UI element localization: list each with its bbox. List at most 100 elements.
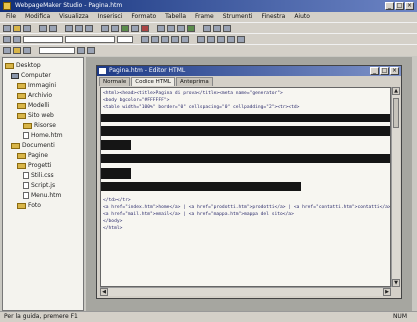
redo-icon[interactable] [111, 24, 119, 32]
editor-maximize-button[interactable]: □ [380, 67, 389, 75]
scroll-up-icon[interactable]: ▲ [392, 87, 400, 95]
tree-item[interactable]: Script.js [23, 182, 55, 190]
spellcheck-icon[interactable] [213, 24, 221, 32]
editor-title-bar: Pagina.htm - Editor HTML _ □ × [97, 66, 401, 76]
folder-icon [17, 112, 26, 119]
menu-item[interactable]: Frame [195, 12, 214, 22]
tree-item[interactable]: Foto [17, 202, 41, 210]
vertical-scrollbar[interactable]: ▲ ▼ [391, 87, 400, 287]
file-icon [23, 192, 29, 199]
tree-item[interactable]: Progetti [17, 162, 51, 170]
menu-item[interactable]: Aiuto [294, 12, 310, 22]
code-line: </td></tr> [103, 198, 131, 203]
code-editor[interactable]: <html><head><title>Pagina di prova</titl… [100, 87, 391, 287]
bullets-icon[interactable] [227, 35, 235, 43]
menu-item[interactable]: Visualizza [59, 12, 89, 22]
tree-item[interactable]: Archivio [17, 92, 52, 100]
publish-icon[interactable] [187, 24, 195, 32]
align-right-icon[interactable] [181, 35, 189, 43]
menu-item[interactable]: Modifica [25, 12, 50, 22]
font-select[interactable] [65, 35, 115, 43]
open-folder-icon[interactable] [13, 24, 21, 32]
tree-item[interactable]: Documenti [11, 142, 55, 150]
italic-icon[interactable] [207, 35, 215, 43]
editor-tabs: Normale Codice HTML Anteprima [99, 77, 213, 86]
color-icon[interactable] [141, 35, 149, 43]
numbering-icon[interactable] [237, 35, 245, 43]
tree-item[interactable]: Pagine [17, 152, 48, 160]
tree-item[interactable]: Menu.htm [23, 192, 61, 200]
style-select[interactable] [23, 35, 63, 43]
window-controls: _ □ × [385, 2, 414, 10]
tree-item[interactable]: Home.htm [23, 132, 63, 140]
image-icon[interactable] [131, 24, 139, 32]
menu-item[interactable]: Finestra [262, 12, 286, 22]
horizontal-scrollbar[interactable]: ◀ ▶ [100, 287, 391, 296]
save-icon[interactable] [23, 24, 31, 32]
underline-icon[interactable] [217, 35, 225, 43]
maximize-button[interactable]: □ [395, 2, 404, 10]
paragraph-icon[interactable] [13, 35, 21, 43]
tree-item[interactable]: Stili.css [23, 172, 54, 180]
link-icon[interactable] [141, 24, 149, 32]
tree-item[interactable]: Sito web [17, 112, 54, 120]
table-icon[interactable] [121, 24, 129, 32]
preview-icon[interactable] [49, 24, 57, 32]
computer-icon [11, 72, 19, 79]
path-field[interactable] [39, 47, 75, 54]
tree-item-label: Menu.htm [31, 192, 62, 199]
scroll-down-icon[interactable]: ▼ [392, 279, 400, 287]
app-window: WebpageMaker Studio - Pagina.htm _ □ × F… [0, 0, 417, 322]
align-left-icon[interactable] [161, 35, 169, 43]
tree-item[interactable]: Computer [11, 72, 51, 80]
copy-icon[interactable] [75, 24, 83, 32]
form-icon[interactable] [157, 24, 165, 32]
editor-close-button[interactable]: × [390, 67, 399, 75]
tree-item[interactable]: Modelli [17, 102, 49, 110]
menu-item[interactable]: Strumenti [223, 12, 253, 22]
tree-item-label: Desktop [16, 62, 41, 69]
scroll-left-icon[interactable]: ◀ [100, 288, 108, 296]
editor-window: Pagina.htm - Editor HTML _ □ × Normale Co… [96, 65, 402, 299]
help-icon[interactable] [223, 24, 231, 32]
scroll-right-icon[interactable]: ▶ [383, 288, 391, 296]
menu-item[interactable]: File [6, 12, 16, 22]
layer-icon[interactable] [177, 24, 185, 32]
menu-item[interactable]: Inserisci [98, 12, 123, 22]
files-icon[interactable] [23, 47, 31, 54]
browser-preview-icon[interactable] [203, 24, 211, 32]
code-line: </body> [103, 219, 123, 224]
refresh-icon[interactable] [77, 47, 85, 54]
editor-tab[interactable]: Codice HTML [131, 77, 175, 86]
stop-icon[interactable] [87, 47, 95, 54]
highlight-icon[interactable] [151, 35, 159, 43]
new-file-icon[interactable] [3, 24, 11, 32]
toolbar-separator [151, 25, 155, 32]
menu-item[interactable]: Tabella [165, 12, 186, 22]
folder-tree: Desktop Computer Immagini Archivio Modelli Si… [2, 57, 84, 311]
scrollbar-thumb[interactable] [393, 98, 399, 128]
tree-item[interactable]: Desktop [5, 62, 41, 70]
tree-item[interactable]: Immagini [17, 82, 56, 90]
toolbar-formatting [0, 33, 417, 44]
tree-item[interactable]: Risorse [23, 122, 56, 130]
print-icon[interactable] [39, 24, 47, 32]
size-select[interactable] [117, 35, 133, 43]
editor-tab[interactable]: Anteprima [175, 77, 213, 86]
bold-icon[interactable] [197, 35, 205, 43]
folder-icon [17, 102, 26, 109]
cut-icon[interactable] [65, 24, 73, 32]
site-icon[interactable] [3, 47, 11, 54]
minimize-button[interactable]: _ [385, 2, 394, 10]
editor-tab[interactable]: Normale [99, 77, 131, 86]
folder-icon[interactable] [13, 47, 21, 54]
folder-icon [5, 62, 14, 69]
editor-minimize-button[interactable]: _ [370, 67, 379, 75]
menu-item[interactable]: Formato [131, 12, 156, 22]
undo-icon[interactable] [101, 24, 109, 32]
style-icon[interactable] [3, 35, 11, 43]
align-center-icon[interactable] [171, 35, 179, 43]
close-button[interactable]: × [405, 2, 414, 10]
frame-icon[interactable] [167, 24, 175, 32]
paste-icon[interactable] [85, 24, 93, 32]
